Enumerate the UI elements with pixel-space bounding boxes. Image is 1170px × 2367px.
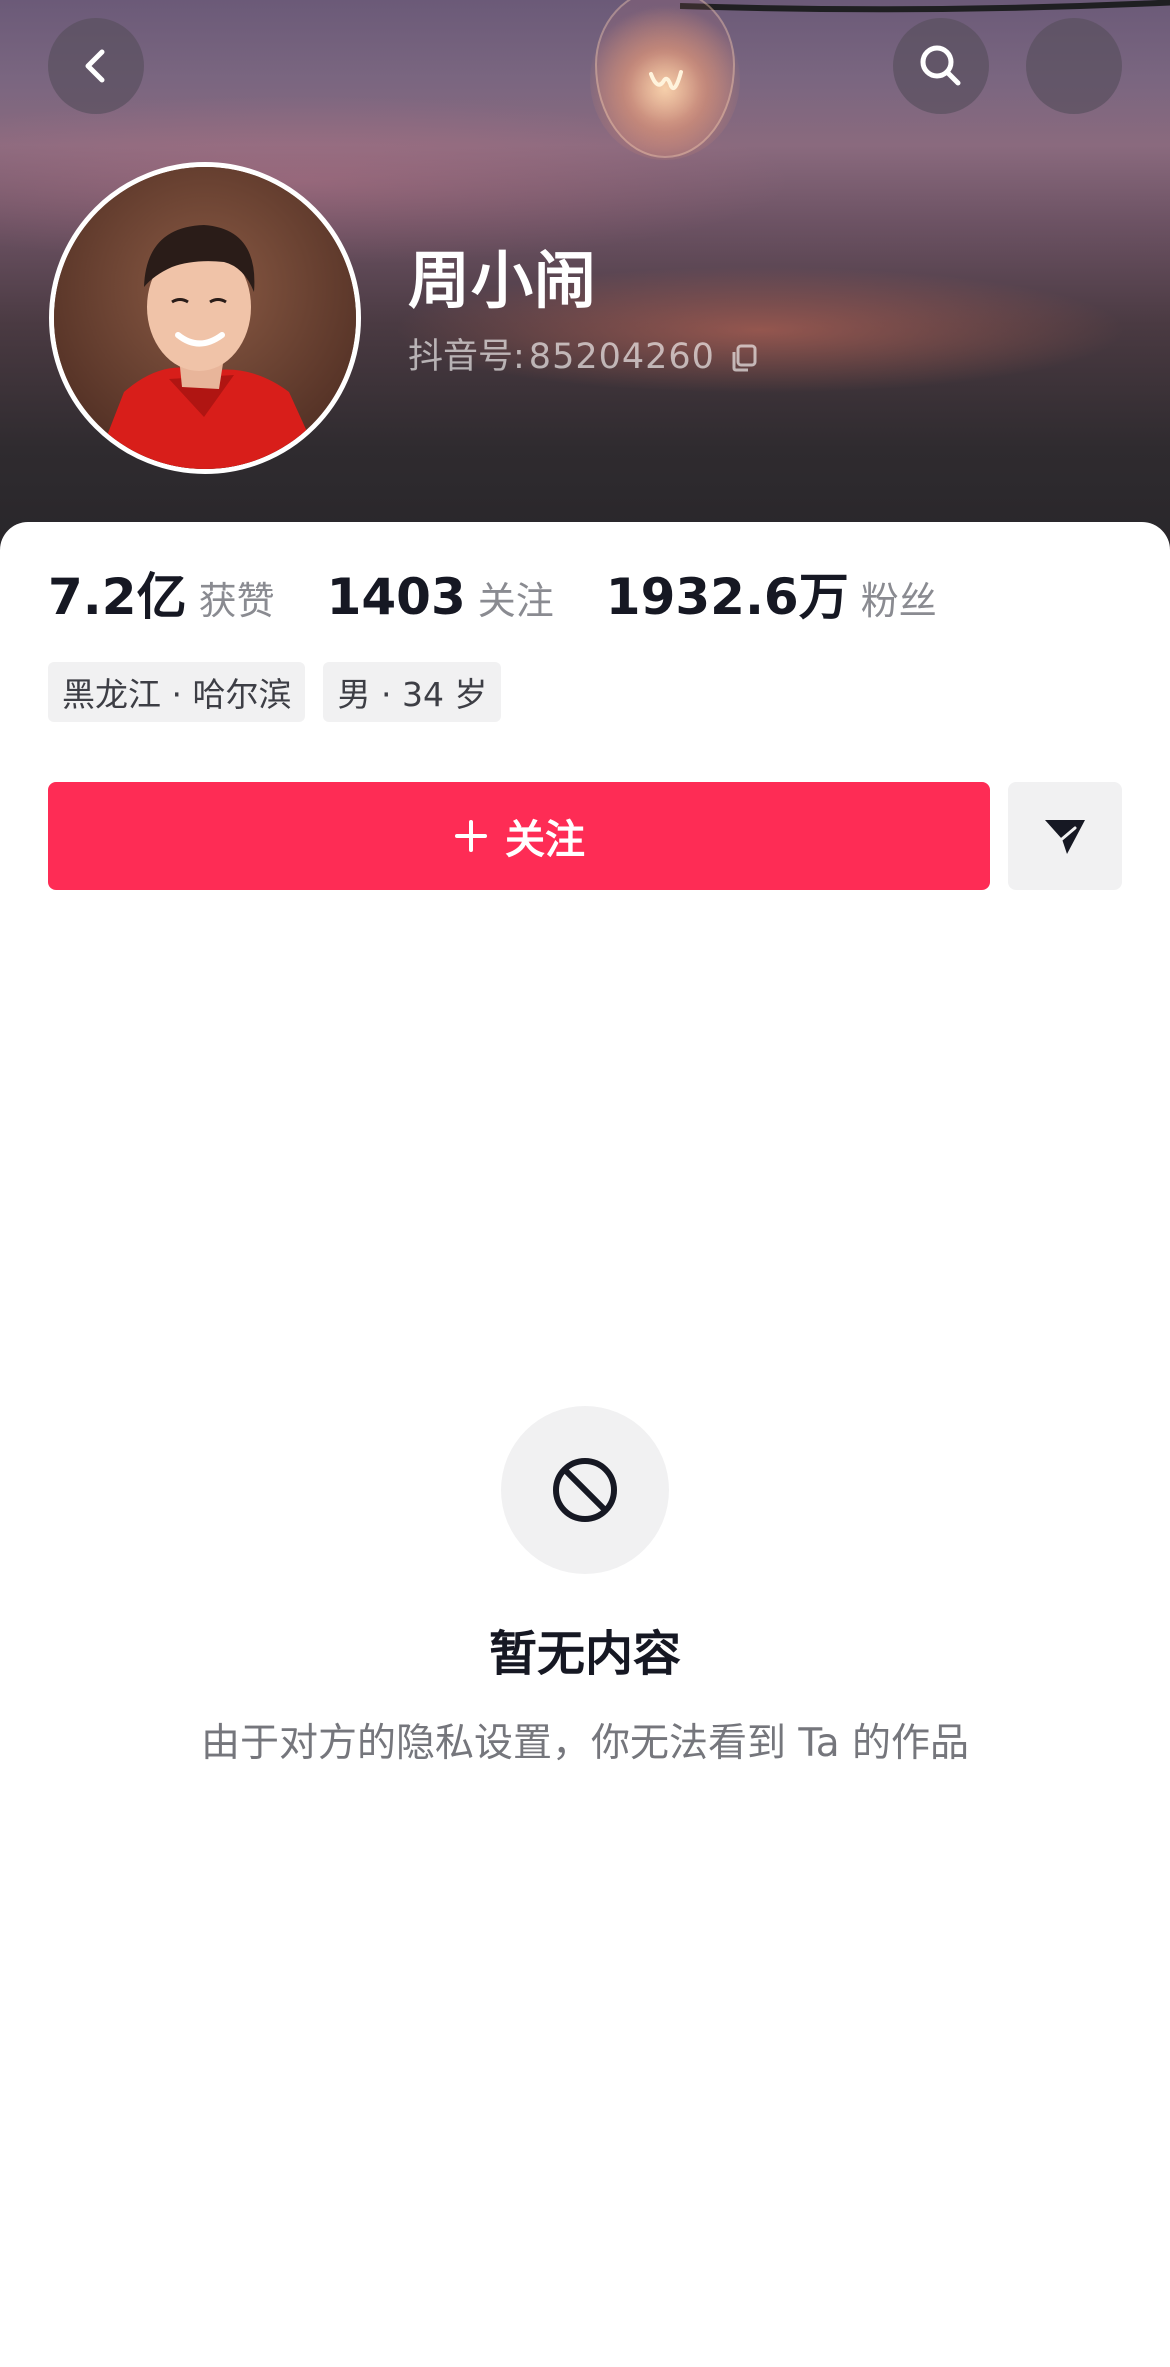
stats-bar: 7.2亿 获赞 1403 关注 1932.6万 粉丝 xyxy=(48,572,989,622)
douyin-id[interactable]: 抖音号: 85204260 xyxy=(408,340,759,375)
empty-state-icon-wrap xyxy=(501,1406,669,1574)
profile-page: 周小闹 抖音号: 85204260 7.2亿 获赞 1403 关注 1932.6… xyxy=(0,0,1170,2367)
copy-icon[interactable] xyxy=(729,343,759,373)
location-tag: 黑龙江 · 哈尔滨 xyxy=(48,662,306,722)
empty-state-title: 暂无内容 xyxy=(488,1626,681,1682)
chevron-left-icon xyxy=(85,49,105,83)
empty-state-description: 由于对方的隐私设置，你无法看到 Ta 的作品 xyxy=(200,1721,970,1766)
stat-label: 获赞 xyxy=(198,579,275,623)
send-icon xyxy=(1045,820,1085,854)
cover-bulb-filament xyxy=(649,70,683,91)
stat-value: 1403 xyxy=(326,568,466,626)
avatar-photo xyxy=(54,167,356,469)
plus-icon xyxy=(453,818,489,854)
douyin-id-label: 抖音号: xyxy=(408,337,525,377)
more-button[interactable] xyxy=(1026,18,1122,114)
prohibited-icon xyxy=(553,1458,617,1522)
stat-label: 粉丝 xyxy=(860,579,937,623)
cover-wire-decoration xyxy=(680,0,1170,13)
search-button[interactable] xyxy=(893,18,989,114)
follow-label: 关注 xyxy=(505,817,585,863)
back-button[interactable] xyxy=(48,18,144,114)
gender-age-tag: 男 · 34 岁 xyxy=(323,662,502,722)
avatar[interactable] xyxy=(49,162,361,474)
send-message-button[interactable] xyxy=(1008,782,1122,890)
follow-button[interactable]: 关注 xyxy=(48,782,990,890)
stat-value: 1932.6万 xyxy=(605,568,849,626)
stat-value: 7.2亿 xyxy=(48,568,187,626)
stat-label: 关注 xyxy=(477,579,554,623)
douyin-id-value: 85204260 xyxy=(528,337,715,377)
profile-tags: 黑龙江 · 哈尔滨 男 · 34 岁 xyxy=(48,662,519,722)
profile-name: 周小闹 xyxy=(408,244,598,317)
stat-likes[interactable]: 7.2亿 获赞 xyxy=(48,572,275,622)
stat-followers[interactable]: 1932.6万 粉丝 xyxy=(606,572,937,622)
search-icon xyxy=(920,45,961,86)
stat-following[interactable]: 1403 关注 xyxy=(327,572,554,622)
